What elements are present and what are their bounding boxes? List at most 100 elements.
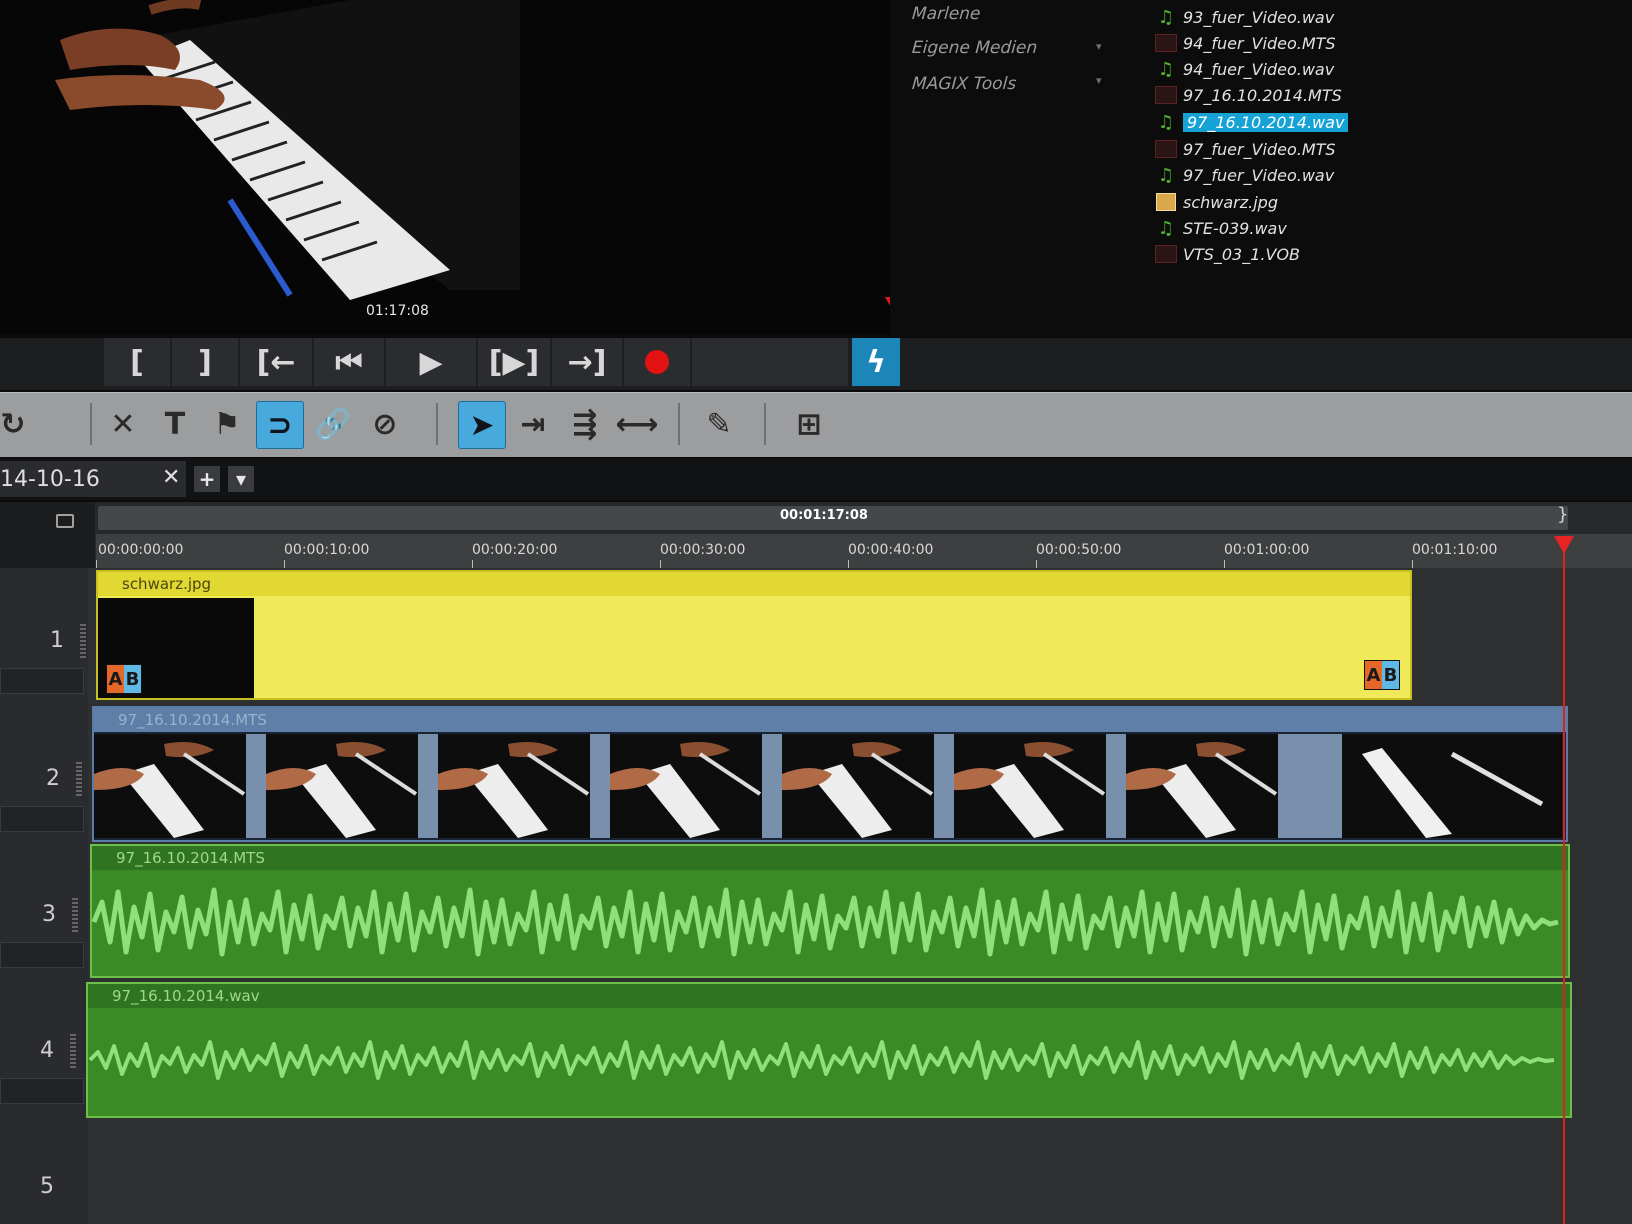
zoom-fit-icon[interactable]: ⊞: [786, 401, 832, 447]
file-item[interactable]: schwarz.jpg: [1155, 190, 1278, 214]
file-item[interactable]: ♫ 93_fuer_Video.wav: [1155, 5, 1334, 29]
marker-flag-icon[interactable]: ⚑: [204, 401, 250, 447]
drag-handle-icon[interactable]: [72, 898, 78, 932]
track-number: 2: [46, 766, 60, 791]
file-item[interactable]: 97_fuer_Video.MTS: [1155, 137, 1336, 161]
file-name: 93_fuer_Video.wav: [1183, 7, 1335, 27]
redo-icon[interactable]: ↻: [0, 401, 36, 447]
playhead-line[interactable]: [1563, 550, 1565, 1224]
go-to-in-button[interactable]: [←: [240, 338, 312, 386]
file-item[interactable]: 94_fuer_Video.MTS: [1155, 31, 1336, 55]
playhead-marker[interactable]: [1554, 536, 1574, 554]
chevron-down-icon[interactable]: ▾: [1096, 74, 1102, 87]
track-header[interactable]: 5: [0, 1118, 88, 1224]
track-number: 5: [40, 1174, 54, 1199]
tick-label: 00:01:00:00: [1224, 542, 1310, 558]
tick-label: 00:00:20:00: [472, 542, 558, 558]
track-header[interactable]: 3: [0, 842, 88, 981]
tick-label: 00:00:10:00: [284, 542, 370, 558]
toolbar-divider: [436, 403, 438, 445]
preview-timecode: 01:17:08: [366, 303, 429, 319]
mark-in-button[interactable]: [: [104, 338, 170, 386]
transport-bar: [ ] [← ⏮ ▶ [▶] →] ϟ: [0, 338, 1632, 390]
file-name: schwarz.jpg: [1183, 192, 1278, 212]
file-item[interactable]: ♫ 94_fuer_Video.wav: [1155, 57, 1334, 81]
magnet-icon[interactable]: ⊃: [256, 401, 304, 449]
file-name: 97_16.10.2014.MTS: [1183, 85, 1342, 105]
video-thumbnail: [1342, 734, 1562, 838]
file-item[interactable]: ♫ 97_fuer_Video.wav: [1155, 163, 1334, 187]
file-item[interactable]: VTS_03_1.VOB: [1155, 242, 1300, 266]
drag-handle-icon[interactable]: [80, 624, 86, 658]
track-volume-field[interactable]: [0, 942, 84, 968]
audio-file-icon: ♫: [1157, 164, 1175, 186]
tick-mark: [660, 560, 661, 568]
play-button[interactable]: ▶: [386, 338, 476, 386]
track-header[interactable]: 4: [0, 980, 88, 1119]
unlink-icon[interactable]: ⊘: [362, 401, 408, 447]
close-icon[interactable]: ✕: [162, 465, 180, 490]
toolbar-divider: [678, 403, 680, 445]
multi-trim-icon[interactable]: ⇶: [562, 401, 608, 447]
trim-icon[interactable]: ⇥: [510, 401, 556, 447]
track-volume-field[interactable]: [0, 806, 84, 832]
pointer-icon[interactable]: ➤: [458, 401, 506, 449]
transition-icon[interactable]: AB: [106, 664, 142, 694]
drag-handle-icon[interactable]: [70, 1034, 76, 1068]
drag-handle-icon[interactable]: [76, 762, 82, 796]
image-file-icon: [1155, 191, 1177, 213]
link-icon[interactable]: 🔗: [310, 401, 356, 447]
chevron-down-icon[interactable]: ▾: [228, 466, 254, 492]
ruler-corner: [0, 502, 95, 568]
transition-icon[interactable]: AB: [1364, 660, 1400, 690]
file-name: 97_16.10.2014.wav: [1183, 112, 1349, 132]
track-lane[interactable]: [88, 1118, 1632, 1224]
thumbnail-gap: [1106, 734, 1126, 838]
mark-out-button[interactable]: ]: [172, 338, 238, 386]
track-volume-field[interactable]: [0, 668, 84, 694]
audio-clip[interactable]: 97_16.10.2014.MTS: [90, 844, 1570, 978]
range-end-handle[interactable]: }: [1557, 504, 1568, 525]
tick-mark: [1036, 560, 1037, 568]
video-clip[interactable]: 97_16.10.2014.MTS: [92, 706, 1568, 842]
thumbnail-gap: [762, 734, 782, 838]
image-clip[interactable]: schwarz.jpg AB AB: [96, 570, 1412, 700]
go-to-out-button[interactable]: →]: [552, 338, 622, 386]
track-header[interactable]: 2: [0, 704, 88, 843]
thumbnail-gap: [1278, 734, 1342, 838]
clip-title: 97_16.10.2014.MTS: [92, 846, 1568, 870]
go-to-start-button[interactable]: ⏮: [314, 338, 384, 386]
edit-toolbar: ↻ ✕ T ⚑ ⊃ 🔗 ⊘ ➤ ⇥ ⇶ ⟷ ✎ ⊞: [0, 392, 1632, 457]
record-button[interactable]: [624, 338, 690, 386]
tick-mark: [96, 560, 97, 568]
chevron-down-icon[interactable]: ▾: [1096, 40, 1102, 53]
track-header[interactable]: 1: [0, 568, 88, 705]
lock-icon[interactable]: [56, 514, 74, 528]
title-icon[interactable]: T: [152, 401, 198, 447]
file-item[interactable]: 97_16.10.2014.MTS: [1155, 83, 1342, 107]
audio-file-icon: ♫: [1157, 6, 1175, 28]
project-tab[interactable]: 14-10-16: [0, 461, 186, 497]
audio-clip[interactable]: 97_16.10.2014.wav: [86, 982, 1572, 1118]
stretch-icon[interactable]: ⟷: [614, 401, 660, 447]
file-item-selected[interactable]: ♫ 97_16.10.2014.wav: [1155, 110, 1349, 134]
delete-icon[interactable]: ✕: [100, 401, 146, 447]
track-volume-field[interactable]: [0, 1078, 84, 1104]
lightning-icon[interactable]: ϟ: [852, 338, 900, 386]
add-project-button[interactable]: +: [194, 466, 220, 492]
track-number: 3: [42, 902, 56, 927]
record-icon: [645, 350, 669, 374]
audio-waveform: [88, 1040, 1555, 1080]
audio-file-icon: ♫: [1157, 58, 1175, 80]
file-item[interactable]: ♫ STE-039.wav: [1155, 216, 1287, 240]
folder-item[interactable]: MAGIX Tools: [911, 74, 1017, 94]
timecode-ticks[interactable]: 00:00:00:00 00:00:10:00 00:00:20:00 00:0…: [96, 534, 1632, 568]
play-range-button[interactable]: [▶]: [478, 338, 550, 386]
video-file-icon: [1155, 138, 1177, 160]
effects-icon[interactable]: ✎: [696, 401, 742, 447]
file-name: 97_fuer_Video.wav: [1183, 165, 1335, 185]
folder-item[interactable]: Marlene: [911, 4, 981, 24]
video-thumbnail: [438, 734, 590, 838]
folder-item[interactable]: Eigene Medien: [911, 38, 1038, 58]
tick-mark: [472, 560, 473, 568]
